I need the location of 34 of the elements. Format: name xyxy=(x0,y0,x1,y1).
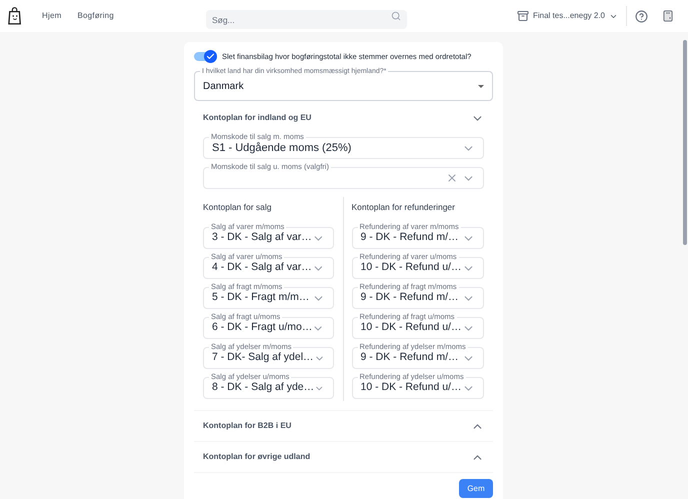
field-value: 9 - DK - Refund m/… xyxy=(360,350,460,366)
nav-link[interactable]: Bogføring xyxy=(77,10,114,22)
clear-icon[interactable] xyxy=(446,172,458,184)
nav-link[interactable]: Hjem xyxy=(42,10,62,22)
column-heading: Kontoplan for refunderinger xyxy=(352,200,456,214)
field-value: Danmark xyxy=(203,80,245,94)
toggle-switch[interactable] xyxy=(194,52,214,62)
help-icon[interactable] xyxy=(635,10,648,22)
field-value: 6 - DK - Fragt u/mo… xyxy=(212,320,312,336)
column-heading: Kontoplan for salg xyxy=(203,200,273,214)
shopping-bag-logo-icon[interactable] xyxy=(8,7,22,25)
accordion-header[interactable]: Kontoplan for indland og EU xyxy=(194,103,493,134)
field-value: 9 - DK - Refund m/… xyxy=(360,290,460,306)
check-icon xyxy=(206,52,215,62)
calculator-icon[interactable] xyxy=(662,10,674,22)
field-value: S1 - Udgående moms (25%) xyxy=(212,141,352,156)
field-value: 8 - DK - Salg af yde… xyxy=(212,380,314,396)
field-value: 10 - DK - Refund u/… xyxy=(360,320,462,336)
field-value: 9 - DK - Refund m/… xyxy=(360,230,460,246)
search-icon[interactable] xyxy=(390,11,401,21)
field-value: 3 - DK - Salg af var… xyxy=(212,230,312,246)
field-value: 10 - DK - Refund u/… xyxy=(360,260,462,276)
accordion-header[interactable]: Kontoplan for øvrige udland xyxy=(194,442,493,472)
save-button[interactable]: Gem xyxy=(459,479,493,498)
store-icon xyxy=(516,10,529,22)
field-value: 10 - DK - Refund u/… xyxy=(360,380,462,396)
accordion-header[interactable]: Kontoplan for B2B i EU xyxy=(194,411,493,442)
dropdown-arrow-icon xyxy=(478,84,484,88)
search-field[interactable]: Søg... xyxy=(206,10,407,29)
field-value: 5 - DK - Fragt m/m… xyxy=(212,290,310,306)
field-value: 7 - DK- Salg af ydel… xyxy=(212,350,314,366)
scrollbar-thumb[interactable] xyxy=(683,40,687,245)
company-switcher[interactable]: Final tes...enegy 2.0 xyxy=(516,10,618,22)
field-value: 4 - DK - Salg af var… xyxy=(212,260,312,276)
